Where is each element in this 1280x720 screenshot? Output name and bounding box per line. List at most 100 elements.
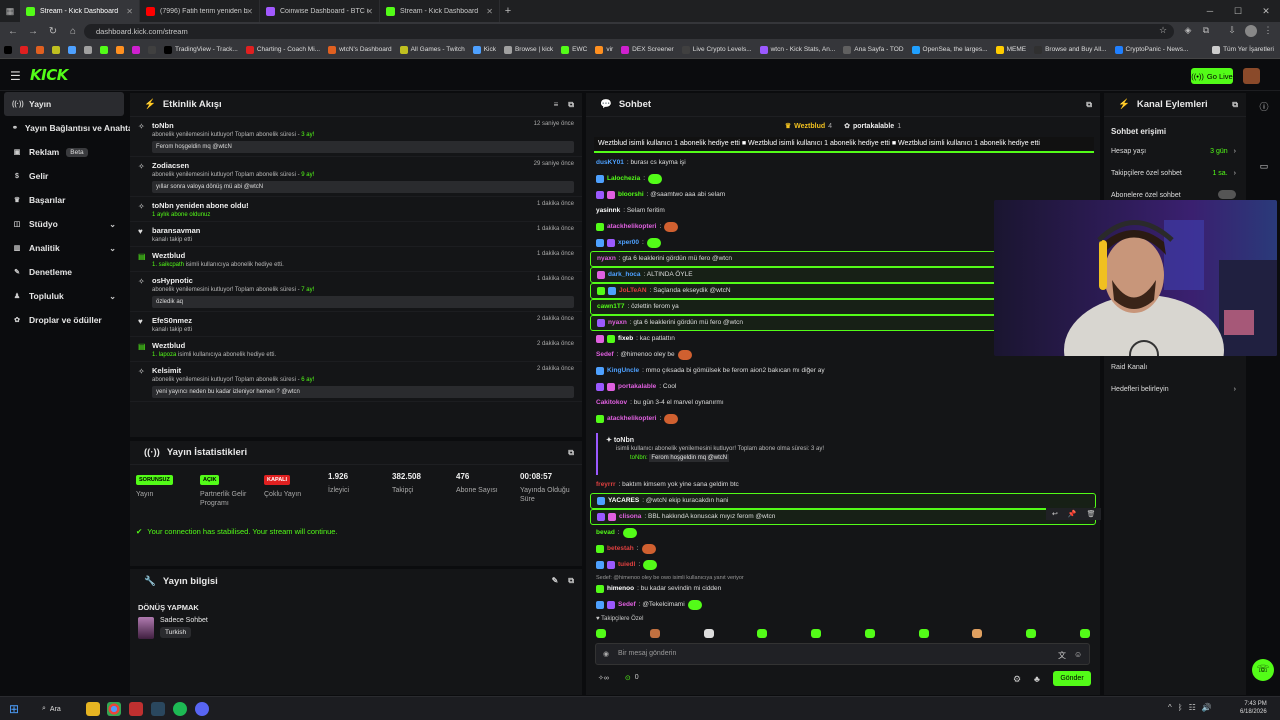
emote-icon[interactable]	[864, 629, 875, 638]
clock[interactable]: 7:43 PM 6/18/2026	[1240, 700, 1267, 716]
chat-username[interactable]: Sedef	[618, 597, 636, 613]
bookmark-icon[interactable]	[20, 45, 28, 54]
bookmark-item[interactable]: All Games - Twitch	[399, 45, 465, 54]
info-icon[interactable]: ⓘ	[1248, 100, 1280, 113]
bookmark-item[interactable]: vir	[595, 45, 613, 54]
chat-username[interactable]: nyaxn	[608, 315, 627, 331]
discord-icon[interactable]	[195, 702, 209, 716]
toggle-switch[interactable]	[1218, 189, 1236, 199]
points-display[interactable]: ✧∞ ⊙ 0	[598, 674, 639, 682]
bookmark-item[interactable]: TradingView - Track...	[164, 45, 238, 54]
chat-username[interactable]: xper00	[618, 235, 639, 251]
activity-user[interactable]: Weztblud	[152, 341, 574, 350]
channel-setting-row[interactable]: Takipçilere özel sohbet 1 sa. ›	[1104, 162, 1246, 184]
sidebar-item[interactable]: ((·)) Yayın	[4, 92, 124, 116]
emote-icon[interactable]	[596, 629, 606, 638]
chat-username[interactable]: bevad	[596, 525, 615, 541]
home-icon[interactable]: ⌂	[68, 26, 78, 37]
browser-tab[interactable]: Stream - Kick Dashboard ✕	[20, 0, 140, 22]
chat-username[interactable]: betestah	[607, 541, 634, 557]
bookmark-icon[interactable]	[116, 45, 124, 54]
chat-username[interactable]: dark_hoca	[608, 267, 641, 283]
bookmark-icon[interactable]	[132, 45, 140, 54]
bookmark-icon[interactable]	[84, 45, 92, 54]
chat-message[interactable]: YACARES: @wtcN ekip kuracakdın hani	[590, 493, 1096, 509]
new-tab-button[interactable]: +	[500, 5, 516, 17]
chat-username[interactable]: Lalochezia	[607, 171, 640, 187]
downloads-icon[interactable]: ⇩	[1226, 25, 1238, 37]
bookmark-icon[interactable]	[100, 45, 108, 54]
top-gifter[interactable]: ♛ Weztblud 4	[785, 122, 832, 131]
chat-message[interactable]: clisona: BBL hakkındA konuscak mıyız fer…	[590, 509, 1096, 525]
chrome-icon[interactable]	[107, 702, 121, 716]
close-tab-icon[interactable]: ✕	[366, 7, 373, 16]
activity-user[interactable]: Zodiacsen	[152, 161, 574, 170]
kick-logo[interactable]: KICK	[30, 66, 68, 84]
sidebar-item[interactable]: ◫ Stüdyo ⌄	[0, 212, 128, 236]
chat-username[interactable]: atackhelikopteri	[607, 219, 657, 235]
bluetooth-icon[interactable]: ᛒ	[1178, 703, 1183, 712]
chat-message[interactable]: KingUncle: mmo çıksada bi gömülsek be fe…	[590, 363, 1096, 379]
bookmark-item[interactable]: Charting - Coach Mi...	[245, 45, 320, 54]
popout-icon[interactable]: ⧉	[1232, 100, 1238, 110]
chevron-down-icon[interactable]: ⌄	[109, 220, 116, 229]
activity-user[interactable]: osHypnotic	[152, 276, 574, 285]
bookmark-icon[interactable]	[148, 45, 156, 54]
activity-user[interactable]: baransavman	[152, 226, 574, 235]
windows-menu-icon[interactable]: ▦	[0, 6, 20, 17]
bookmark-item[interactable]: DEX Screener	[621, 45, 674, 54]
volume-icon[interactable]: 🔊	[1202, 703, 1212, 712]
puzzle-icon[interactable]: ⧉	[1200, 25, 1212, 37]
bookmark-icon[interactable]	[68, 45, 76, 54]
close-tab-icon[interactable]: ✕	[486, 7, 493, 16]
sidebar-item[interactable]: $ Gelir	[0, 164, 128, 188]
sidebar-item[interactable]: ✿ Droplar ve ödüller	[0, 308, 128, 332]
browser-tab[interactable]: Stream - Kick Dashboard ✕	[380, 0, 500, 22]
chat-message[interactable]: dusKY01: burası cs kayma işi	[590, 155, 1096, 171]
chat-username[interactable]: tuiedl	[618, 557, 635, 573]
chat-message[interactable]: freyrrr: baktım kimsem yok yine sana gel…	[590, 477, 1096, 493]
emote-icon[interactable]	[1079, 629, 1090, 638]
sidebar-item[interactable]: ✎ Denetleme	[0, 260, 128, 284]
emote-icon[interactable]	[1026, 629, 1037, 638]
bookmark-item[interactable]: CryptoPanic - News...	[1114, 45, 1188, 54]
obs-icon[interactable]	[129, 702, 143, 716]
bookmark-item[interactable]: Ana Sayfa - TOD	[843, 45, 904, 54]
chat-message[interactable]: betestah:	[590, 541, 1096, 557]
chat-username[interactable]: nyaxn	[597, 251, 616, 267]
browser-menu-icon[interactable]: ⋮	[1262, 25, 1274, 37]
chat-username[interactable]: atackhelikopteri	[607, 411, 657, 427]
bookmark-item[interactable]: Browse and Buy All...	[1034, 45, 1107, 54]
reload-icon[interactable]: ↻	[48, 26, 58, 37]
bookmark-item[interactable]: Browse | kick	[503, 45, 553, 54]
emote-icon[interactable]	[757, 629, 768, 638]
bookmark-item[interactable]: wtcn - Kick Stats, An...	[759, 45, 835, 54]
extension-icon[interactable]: ◈	[1182, 25, 1194, 37]
chat-username[interactable]: KingUncle	[607, 363, 639, 379]
chat-username[interactable]: clisona	[619, 509, 641, 525]
url-field[interactable]: dashboard.kick.com/stream	[84, 24, 1174, 39]
profile-avatar[interactable]	[1245, 25, 1257, 37]
chat-username[interactable]: YACARES	[608, 493, 639, 509]
chat-username[interactable]: bloorshi	[618, 187, 644, 203]
bookmark-item[interactable]: EWC	[561, 45, 587, 54]
support-chat-button[interactable]: ☏	[1252, 659, 1274, 681]
settings-icon[interactable]: ⚙	[1013, 674, 1021, 685]
chevron-down-icon[interactable]: ⌄	[109, 292, 116, 301]
filter-icon[interactable]: ≡	[554, 100, 559, 110]
bookmark-icon[interactable]	[52, 45, 60, 54]
chat-message[interactable]: atackhelikopteri:	[590, 411, 1096, 427]
activity-user[interactable]: toNbn yeniden abone oldu!	[152, 201, 574, 210]
chat-username[interactable]: JoLTeAN	[619, 283, 647, 299]
network-icon[interactable]: ☷	[1189, 703, 1196, 712]
chevron-down-icon[interactable]: ⌄	[109, 244, 116, 253]
emoji-reply-icon[interactable]: ◉	[603, 650, 609, 658]
go-live-button[interactable]: ((•)) Go Live	[1191, 68, 1233, 84]
hamburger-menu-icon[interactable]: ☰	[10, 69, 22, 83]
popout-icon[interactable]: ⧉	[568, 576, 574, 586]
activity-user[interactable]: toNbn	[152, 121, 574, 130]
minimize-button[interactable]: ─	[1196, 0, 1224, 22]
chat-username[interactable]: dusKY01	[596, 155, 624, 171]
emote-icon[interactable]	[972, 629, 983, 638]
translate-icon[interactable]: 文	[1058, 650, 1066, 661]
